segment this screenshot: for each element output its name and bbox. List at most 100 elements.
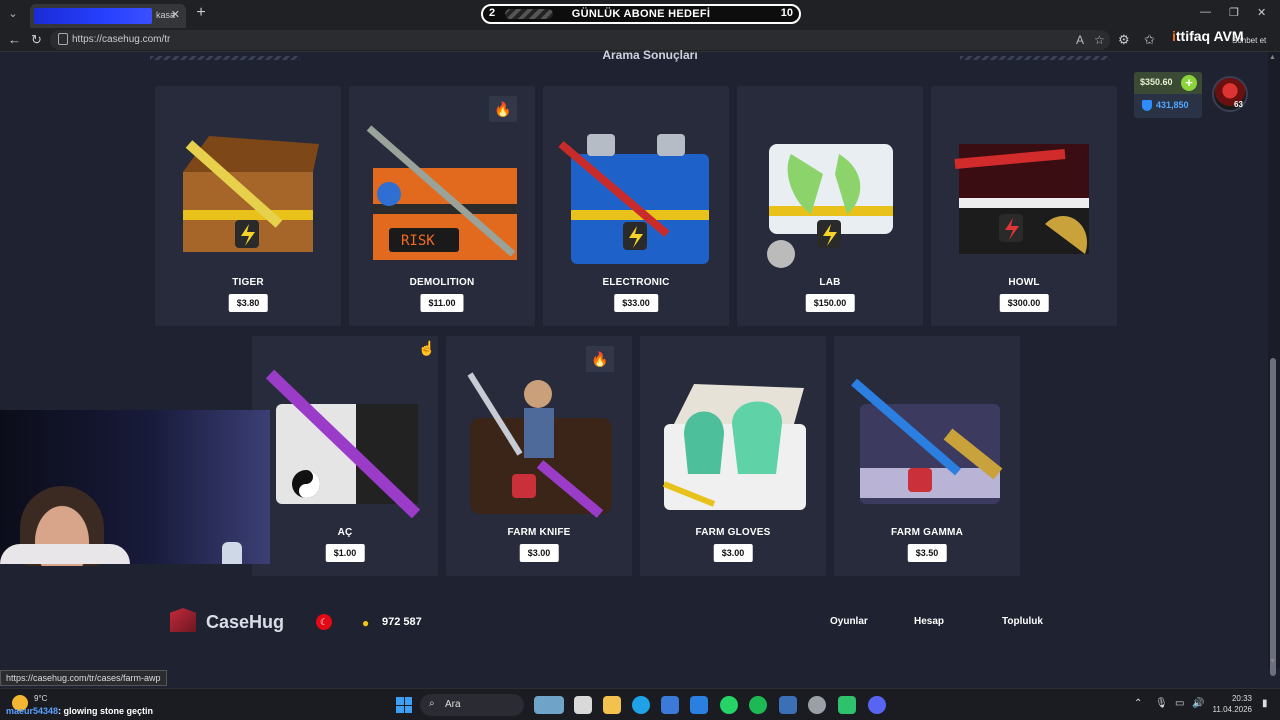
case-price[interactable]: $33.00 — [614, 294, 658, 312]
case-name: HOWL — [1008, 277, 1040, 288]
case-name: FARM GAMMA — [891, 527, 963, 538]
case-price[interactable]: $3.00 — [519, 544, 559, 562]
electronic-case-art — [558, 134, 709, 264]
points-amount: 431,850 — [1156, 100, 1189, 110]
mail-icon[interactable] — [690, 696, 708, 714]
back-icon[interactable]: ← — [8, 32, 21, 47]
demolition-case-art: RISK — [366, 125, 517, 260]
obs-icon[interactable] — [808, 696, 826, 714]
case-card-howl[interactable]: HOWL $300.00 — [931, 86, 1117, 326]
case-price[interactable]: $11.00 — [420, 294, 464, 312]
add-funds-button[interactable]: + — [1181, 75, 1197, 91]
case-card-lab[interactable]: LAB $150.00 — [737, 86, 923, 326]
taskbar-search[interactable]: ⌕ Ara — [420, 694, 524, 716]
new-tab-icon[interactable]: + — [192, 4, 210, 22]
clock-date: 11.04.2026 — [1212, 705, 1252, 714]
site-info-icon[interactable] — [58, 33, 68, 45]
webcam-overlay — [0, 410, 270, 566]
case-price[interactable]: $300.00 — [999, 294, 1049, 312]
chat-ticker: maeur54348: glowing stone geçtin — [6, 706, 154, 716]
discord-icon[interactable] — [868, 696, 886, 714]
footer-link-games[interactable]: Oyunlar — [830, 616, 868, 627]
case-name: FARM KNIFE — [507, 527, 571, 538]
widgets-icon[interactable] — [534, 696, 564, 714]
windows-start-icon[interactable] — [396, 697, 412, 713]
casehug-logo-icon — [170, 608, 196, 632]
case-card-farm-knife[interactable]: 🔥 FARM KNIFE $3.00 — [446, 336, 632, 576]
turkey-flag-icon[interactable]: ☾ — [316, 614, 332, 630]
case-card-tiger[interactable]: TIGER $3.80 — [155, 86, 341, 326]
case-name: DEMOLITION — [409, 277, 475, 288]
footer-link-account[interactable]: Hesap — [914, 616, 944, 627]
case-price[interactable]: $3.00 — [713, 544, 753, 562]
favorites-icon[interactable]: ✩ — [1144, 32, 1155, 48]
browser-tab-bar: ⌄ kasa ✕ + 2 GÜNLÜK ABONE HEDEFİ 10 — ❐ … — [0, 0, 1280, 28]
search-results-title: Arama Sonuçları — [602, 48, 698, 62]
edge-browser-icon[interactable] — [632, 696, 650, 714]
weather-temp[interactable]: 9°C — [34, 694, 47, 703]
spotify-icon[interactable] — [749, 696, 767, 714]
case-price[interactable]: $3.50 — [907, 544, 947, 562]
clock-time: 20:33 — [1231, 694, 1252, 703]
close-tab-icon[interactable]: ✕ — [171, 8, 180, 21]
page-content: Arama Sonuçları $350.60 + 431,850 63 TIG… — [0, 48, 1280, 676]
search-icon: ⌕ — [429, 698, 435, 709]
blurred-tab-title — [34, 8, 152, 24]
steam-icon[interactable] — [779, 696, 797, 714]
volume-icon[interactable]: 🔊 — [1192, 698, 1204, 709]
favorite-star-icon[interactable]: ☆ — [1094, 33, 1105, 47]
howl-case-art — [954, 144, 1089, 254]
points-shield-icon — [1142, 100, 1152, 111]
case-price[interactable]: $1.00 — [325, 544, 365, 562]
case-name: TIGER — [232, 277, 264, 288]
tab-list-icon[interactable]: ⌄ — [4, 5, 22, 23]
case-card-farm-gamma[interactable]: FARM GAMMA $3.50 — [834, 336, 1020, 576]
farm-gamma-case-art — [851, 378, 1003, 504]
read-aloud-icon[interactable]: A — [1076, 33, 1084, 47]
network-icon[interactable]: ▭ — [1175, 698, 1184, 709]
reload-icon[interactable]: ↻ — [31, 32, 42, 48]
url-text: https://casehug.com/tr — [72, 34, 171, 45]
store-icon[interactable] — [661, 696, 679, 714]
case-card-ac[interactable]: AÇ $1.00 — [252, 336, 438, 576]
goal-title: GÜNLÜK ABONE HEDEFİ — [571, 8, 711, 20]
footer-logo[interactable]: CaseHug — [206, 612, 284, 633]
balance-top: $350.60 + — [1134, 72, 1202, 94]
farm-gloves-case-art — [662, 384, 806, 510]
case-card-demolition[interactable]: 🔥 RISK DEMOLITION $11.00 — [349, 86, 535, 326]
maximize-icon[interactable]: ❐ — [1229, 6, 1239, 19]
taskbar-search-placeholder: Ara — [445, 699, 461, 710]
title-divider-right — [960, 56, 1110, 60]
farm-knife-case-art — [467, 372, 612, 518]
microphone-icon[interactable]: 🎙 — [1155, 698, 1168, 709]
browser-tab[interactable]: kasa ✕ — [30, 4, 186, 28]
ac-case-art — [266, 369, 421, 519]
notifications-icon[interactable]: ▮ — [1262, 698, 1268, 709]
chat-button-label[interactable]: Sohbet et — [1232, 36, 1266, 45]
case-price[interactable]: $3.80 — [228, 294, 268, 312]
bottle — [222, 542, 242, 564]
tray-chevron-icon[interactable]: ⌃ — [1134, 698, 1142, 709]
lab-case-art — [767, 144, 893, 268]
user-level: 63 — [1234, 100, 1243, 109]
scroll-up-icon[interactable]: ▲ — [1269, 54, 1276, 61]
case-card-farm-gloves[interactable]: FARM GLOVES $3.00 — [640, 336, 826, 576]
app-green-icon[interactable] — [838, 696, 856, 714]
scrollbar-thumb[interactable] — [1270, 358, 1276, 676]
scroll-down-icon[interactable]: ▼ — [1269, 658, 1276, 665]
clock[interactable]: 20:33 11.04.2026 — [1212, 693, 1252, 715]
footer-link-community[interactable]: Topluluk — [1002, 616, 1043, 627]
close-window-icon[interactable]: ✕ — [1257, 6, 1266, 19]
minimize-icon[interactable]: — — [1200, 6, 1211, 18]
case-name: AÇ — [337, 527, 353, 538]
url-field[interactable]: https://casehug.com/tr A ☆ — [50, 30, 1110, 50]
whatsapp-icon[interactable] — [720, 696, 738, 714]
mouse-cursor-icon: ☝ — [418, 340, 436, 356]
case-card-electronic[interactable]: ELECTRONIC $33.00 — [543, 86, 729, 326]
tiger-case-art — [183, 136, 319, 252]
file-explorer-icon[interactable] — [603, 696, 621, 714]
case-price[interactable]: $150.00 — [805, 294, 855, 312]
link-status-url: https://casehug.com/tr/cases/farm-awp — [0, 670, 167, 686]
extensions-icon[interactable]: ⚙ — [1118, 32, 1130, 48]
task-view-icon[interactable] — [574, 696, 592, 714]
